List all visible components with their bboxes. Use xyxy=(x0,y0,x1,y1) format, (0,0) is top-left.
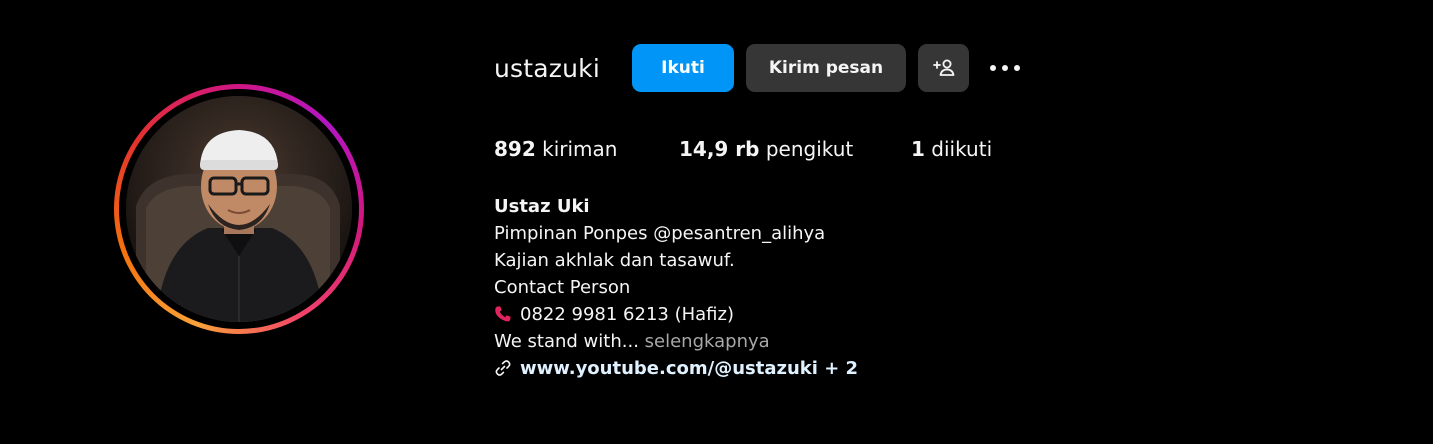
posts-count: 892 xyxy=(494,137,536,161)
bio-line-1: Pimpinan Ponpes @pesantren_alihya xyxy=(494,223,826,244)
stat-posts: 892 kiriman xyxy=(494,134,617,164)
profile-bio: Ustaz Uki Pimpinan Ponpes @pesantren_ali… xyxy=(494,193,858,382)
link-icon xyxy=(495,360,511,376)
story-ring[interactable] xyxy=(114,84,364,334)
phone-number: 0822 9981 6213 (Hafiz) xyxy=(520,304,734,325)
link-url: www.youtube.com/@ustazuki xyxy=(520,358,818,379)
stat-following[interactable]: 1 diikuti xyxy=(911,134,992,164)
bio-truncated-text: We stand with... xyxy=(494,331,639,352)
bio-link-line[interactable]: www.youtube.com/@ustazuki + 2 xyxy=(494,355,858,382)
message-button[interactable]: Kirim pesan xyxy=(746,44,906,92)
followers-count: 14,9 rb xyxy=(679,137,760,161)
username: ustazuki xyxy=(494,54,600,83)
avatar[interactable] xyxy=(126,96,352,322)
follow-button[interactable]: Ikuti xyxy=(632,44,734,92)
more-options-button[interactable] xyxy=(986,54,1024,82)
display-name: Ustaz Uki xyxy=(494,196,590,217)
avatar-image xyxy=(126,96,352,322)
bio-phone-line: 0822 9981 6213 (Hafiz) xyxy=(494,301,858,328)
link-extra-count: + 2 xyxy=(824,358,859,379)
bio-line-3: Contact Person xyxy=(494,277,631,298)
following-count: 1 xyxy=(911,137,925,161)
bio-line-5: We stand with... selengkapnya xyxy=(494,328,858,355)
person-add-icon xyxy=(933,59,955,76)
external-link[interactable]: www.youtube.com/@ustazuki + 2 xyxy=(520,358,858,379)
see-more-link[interactable]: selengkapnya xyxy=(645,331,770,352)
suggested-users-button[interactable] xyxy=(918,44,969,92)
bio-line-2: Kajian akhlak dan tasawuf. xyxy=(494,250,735,271)
telephone-receiver-icon xyxy=(495,306,511,322)
posts-label: kiriman xyxy=(542,137,618,161)
followers-label: pengikut xyxy=(765,137,854,161)
stat-followers[interactable]: 14,9 rb pengikut xyxy=(679,134,853,164)
following-label: diikuti xyxy=(931,137,993,161)
more-horizontal-icon xyxy=(990,65,1020,71)
